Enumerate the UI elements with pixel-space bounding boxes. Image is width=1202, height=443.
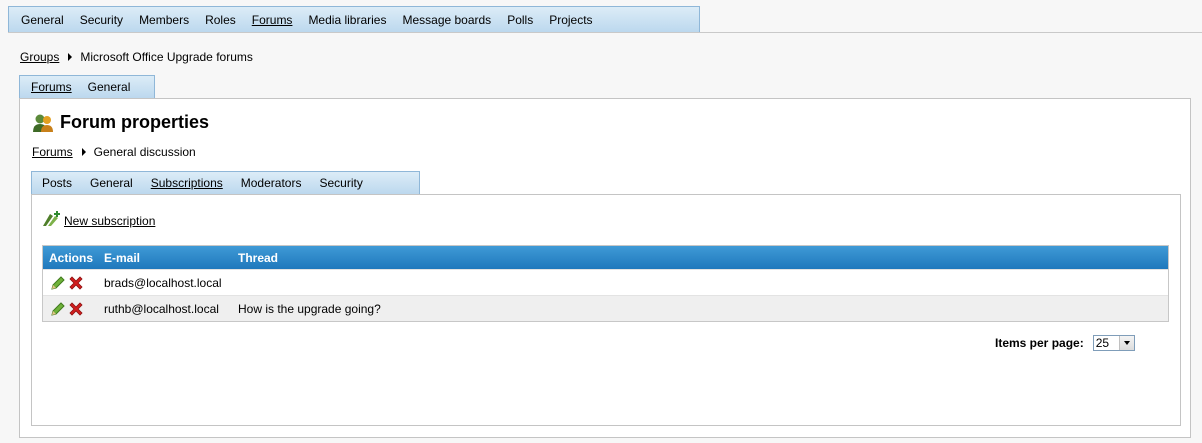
tab-projects[interactable]: Projects bbox=[541, 13, 600, 27]
tab-general[interactable]: General bbox=[13, 13, 72, 27]
tab-general[interactable]: General bbox=[81, 176, 142, 190]
chevron-down-icon[interactable] bbox=[1118, 336, 1134, 350]
cell-thread: How is the upgrade going? bbox=[238, 301, 381, 316]
tab-roles[interactable]: Roles bbox=[197, 13, 244, 27]
column-header-actions: Actions bbox=[49, 250, 94, 265]
tab-message-boards[interactable]: Message boards bbox=[394, 13, 499, 27]
breadcrumb-current: Microsoft Office Upgrade forums bbox=[80, 50, 253, 64]
new-subscription-action[interactable]: New subscription bbox=[42, 211, 155, 230]
add-subscription-icon bbox=[42, 211, 60, 230]
row-actions bbox=[43, 274, 100, 292]
pager: Items per page: 25 bbox=[995, 335, 1135, 351]
forum-tab-bar: Posts General Subscriptions Moderators S… bbox=[31, 171, 420, 194]
edit-icon[interactable] bbox=[49, 300, 67, 318]
forum-breadcrumb: Forums General discussion bbox=[32, 145, 196, 159]
delete-icon[interactable] bbox=[67, 274, 85, 292]
table-row: brads@localhost.local bbox=[43, 269, 1168, 295]
row-actions bbox=[43, 300, 100, 318]
table-header: Actions E-mail Thread bbox=[43, 246, 1168, 269]
users-icon bbox=[32, 113, 54, 133]
page-heading: Forum properties bbox=[32, 112, 209, 133]
cell-email: brads@localhost.local bbox=[104, 275, 222, 290]
items-per-page-label: Items per page: bbox=[995, 336, 1084, 350]
tab-security[interactable]: Security bbox=[310, 176, 371, 190]
tab-polls[interactable]: Polls bbox=[499, 13, 541, 27]
edit-icon[interactable] bbox=[49, 274, 67, 292]
new-subscription-link[interactable]: New subscription bbox=[64, 214, 155, 228]
column-header-email: E-mail bbox=[104, 250, 141, 265]
tab-subscriptions[interactable]: Subscriptions bbox=[142, 176, 232, 190]
subtab-general[interactable]: General bbox=[80, 80, 139, 94]
sub-tab-bar: Forums General bbox=[19, 75, 155, 98]
tab-security[interactable]: Security bbox=[72, 13, 131, 27]
breadcrumb-separator-icon bbox=[68, 53, 73, 61]
delete-icon[interactable] bbox=[67, 300, 85, 318]
cell-email: ruthb@localhost.local bbox=[104, 301, 219, 316]
tab-moderators[interactable]: Moderators bbox=[232, 176, 311, 190]
breadcrumb: Groups Microsoft Office Upgrade forums bbox=[20, 50, 253, 64]
breadcrumb-current: General discussion bbox=[93, 145, 196, 159]
top-tab-bar: General Security Members Roles Forums Me… bbox=[8, 6, 700, 32]
tab-media-libraries[interactable]: Media libraries bbox=[300, 13, 394, 27]
subscriptions-table: Actions E-mail Thread brads@localhost.lo… bbox=[42, 245, 1169, 322]
breadcrumb-separator-icon bbox=[81, 148, 86, 156]
items-per-page-select[interactable]: 25 bbox=[1092, 335, 1135, 351]
tab-posts[interactable]: Posts bbox=[33, 176, 81, 190]
items-per-page-value: 25 bbox=[1095, 336, 1110, 350]
breadcrumb-groups-link[interactable]: Groups bbox=[20, 50, 59, 64]
subtab-forums[interactable]: Forums bbox=[23, 80, 80, 94]
breadcrumb-forums-link[interactable]: Forums bbox=[32, 145, 73, 159]
tab-forums[interactable]: Forums bbox=[244, 13, 301, 27]
page-title: Forum properties bbox=[60, 112, 210, 132]
tab-members[interactable]: Members bbox=[131, 13, 197, 27]
column-header-thread: Thread bbox=[238, 250, 279, 265]
table-row: ruthb@localhost.local How is the upgrade… bbox=[43, 295, 1168, 321]
